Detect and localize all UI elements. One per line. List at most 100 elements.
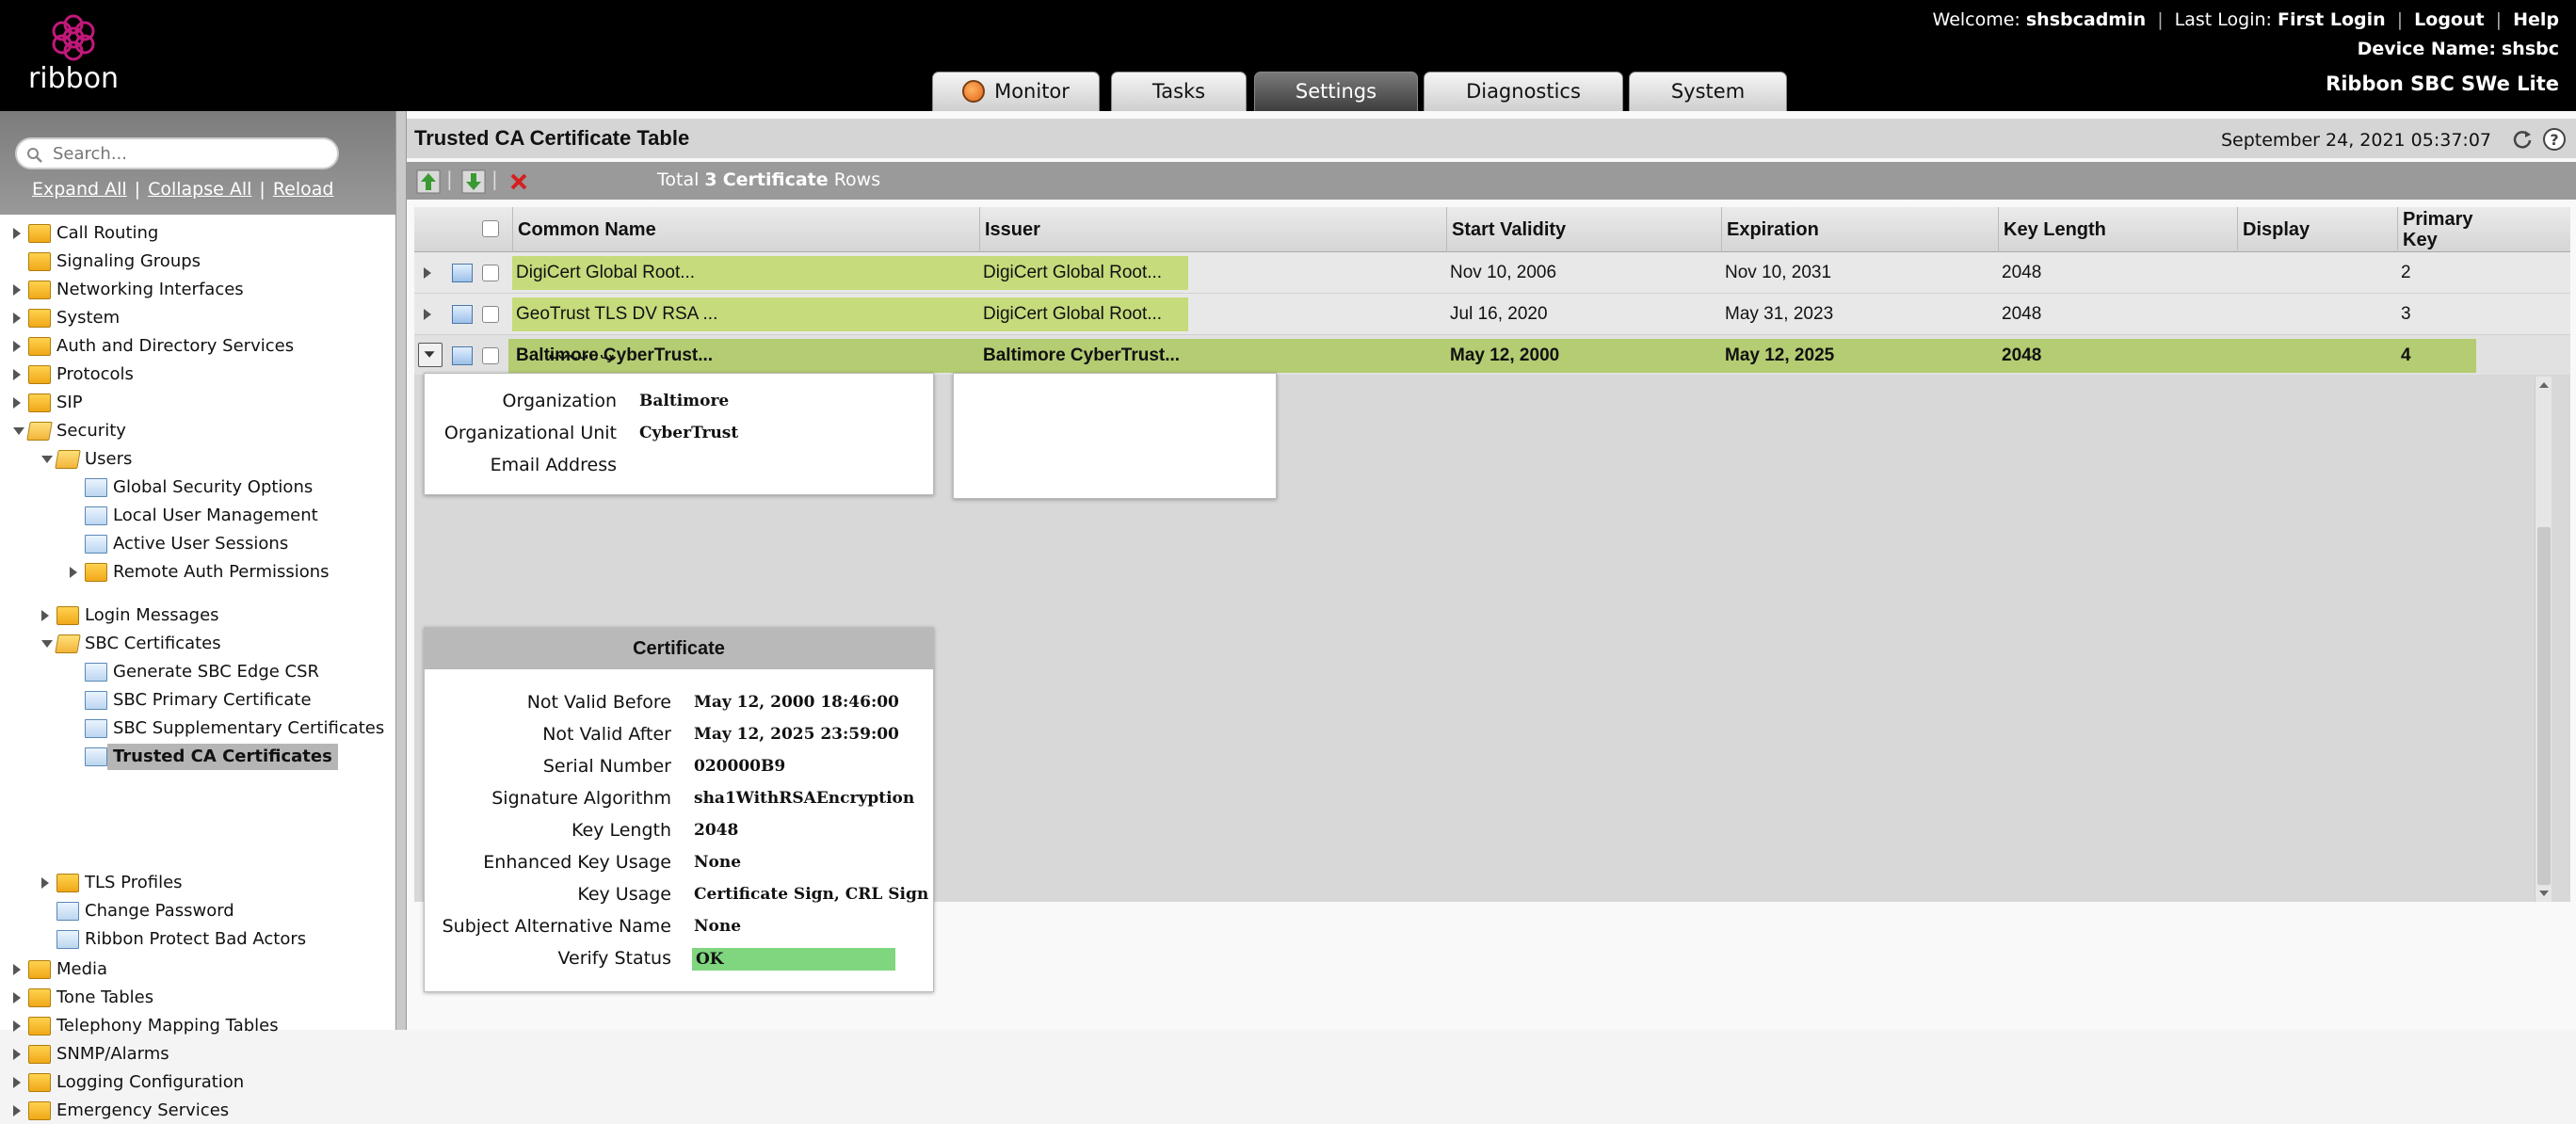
- page-icon: [85, 691, 107, 710]
- select-all-checkbox[interactable]: [482, 220, 499, 237]
- logo-text: ribbon: [27, 62, 120, 95]
- col-expiration[interactable]: Expiration: [1721, 207, 1998, 252]
- expand-row-icon[interactable]: [424, 309, 431, 320]
- scroll-up-icon[interactable]: [2536, 377, 2552, 393]
- field-key-usage: Key Usage: [425, 878, 671, 910]
- cell-primary-key: 2: [2401, 263, 2411, 282]
- subject-panel: Locality Organization Baltimore Organiza…: [424, 355, 934, 495]
- field-label: Subject Alternative Name: [442, 916, 671, 937]
- field-label: Signature Algorithm: [491, 788, 671, 809]
- field-serial-number: Serial Number: [425, 750, 671, 782]
- import-up-icon[interactable]: [416, 169, 441, 194]
- help-link[interactable]: Help: [2513, 9, 2559, 30]
- folder-icon: [28, 224, 51, 243]
- folder-icon: [28, 1045, 51, 1064]
- expand-arrow-icon[interactable]: [13, 1020, 21, 1032]
- issuer-panel: [953, 373, 1277, 499]
- tree-label: Remote Auth Permissions: [113, 562, 330, 582]
- certificate-detail-area: Locality Organization Baltimore Organiza…: [414, 355, 2570, 992]
- expand-arrow-icon[interactable]: [41, 610, 49, 621]
- expand-arrow-icon[interactable]: [13, 228, 21, 239]
- col-key-length[interactable]: Key Length: [1998, 207, 2237, 252]
- device-name-label: Device Name:: [2357, 39, 2496, 59]
- cell-key-length: 2048: [2002, 304, 2042, 324]
- col-start-validity[interactable]: Start Validity: [1446, 207, 1721, 252]
- logout-link[interactable]: Logout: [2414, 9, 2484, 30]
- field-value: None: [694, 917, 742, 936]
- sidebar: Expand All|Collapse All|Reload Call Rout…: [0, 111, 395, 1120]
- collapse-all-link[interactable]: Collapse All: [148, 179, 251, 200]
- expand-arrow-icon[interactable]: [13, 284, 21, 296]
- collapse-arrow-icon[interactable]: [41, 456, 53, 463]
- table-header: Common Name Issuer Start Validity Expira…: [414, 207, 2570, 252]
- expand-arrow-icon[interactable]: [13, 1105, 21, 1116]
- folder-icon: [28, 1073, 51, 1092]
- expand-all-link[interactable]: Expand All: [32, 179, 127, 200]
- table-row-selected[interactable]: Baltimore CyberTrust... Baltimore CyberT…: [414, 335, 2570, 377]
- tab-monitor-label: Monitor: [994, 80, 1070, 103]
- page-icon: [85, 506, 107, 525]
- table-row[interactable]: GeoTrust TLS DV RSA ... DigiCert Global …: [414, 294, 2570, 335]
- ribbon-logo: ribbon: [26, 13, 121, 100]
- field-value: sha1WithRSAEncryption: [694, 789, 915, 808]
- sidebar-splitter[interactable]: [395, 111, 407, 1030]
- refresh-icon[interactable]: [2510, 127, 2535, 152]
- field-key-length: Key Length: [425, 814, 671, 846]
- col-issuer[interactable]: Issuer: [979, 207, 1446, 252]
- tree-label: Signaling Groups: [56, 251, 201, 271]
- expand-arrow-icon[interactable]: [41, 877, 49, 889]
- expand-arrow-icon[interactable]: [13, 1077, 21, 1088]
- col-display[interactable]: Display: [2237, 207, 2397, 252]
- expand-arrow-icon[interactable]: [13, 313, 21, 324]
- collapse-arrow-icon[interactable]: [41, 640, 53, 648]
- detail-scrollbar[interactable]: [2535, 377, 2552, 902]
- collapse-arrow-icon[interactable]: [13, 427, 24, 435]
- tab-diagnostics[interactable]: Diagnostics: [1424, 72, 1623, 111]
- reload-link[interactable]: Reload: [273, 179, 334, 200]
- field-value: Certificate Sign, CRL Sign: [694, 885, 929, 904]
- expand-arrow-icon[interactable]: [13, 369, 21, 380]
- folder-icon: [28, 252, 51, 271]
- first-login-link[interactable]: First Login: [2278, 9, 2386, 30]
- row-count-word: Certificate: [722, 169, 829, 190]
- expand-arrow-icon[interactable]: [13, 964, 21, 975]
- scroll-down-icon[interactable]: [2536, 885, 2552, 902]
- tab-settings[interactable]: Settings: [1254, 72, 1418, 111]
- field-label: Enhanced Key Usage: [483, 852, 671, 873]
- col-primary-key[interactable]: Primary Key: [2397, 207, 2499, 252]
- verify-status-badge: OK: [692, 948, 895, 971]
- page-icon: [56, 902, 79, 921]
- tree-label: Telephony Mapping Tables: [56, 1016, 279, 1036]
- field-label: Organization: [502, 391, 617, 411]
- field-value: None: [694, 853, 742, 872]
- tree-actions: Expand All | Collapse All | Reload: [32, 179, 334, 200]
- expand-arrow-icon[interactable]: [70, 567, 77, 578]
- import-down-icon[interactable]: [461, 169, 486, 194]
- tree-label: Auth and Directory Services: [56, 336, 295, 356]
- col-common-name[interactable]: Common Name: [512, 207, 979, 252]
- scrollbar-thumb[interactable]: [2537, 527, 2551, 885]
- row-checkbox[interactable]: [482, 306, 499, 323]
- expand-arrow-icon[interactable]: [13, 341, 21, 352]
- expand-row-icon[interactable]: [424, 267, 431, 279]
- search-input[interactable]: [15, 137, 339, 169]
- folder-icon: [28, 393, 51, 412]
- expand-arrow-icon[interactable]: [13, 397, 21, 409]
- tab-system[interactable]: System: [1629, 72, 1787, 111]
- help-icon[interactable]: ?: [2542, 127, 2567, 152]
- expand-arrow-icon[interactable]: [13, 1049, 21, 1060]
- folder-icon: [28, 1017, 51, 1036]
- tab-tasks[interactable]: Tasks: [1111, 72, 1247, 111]
- field-label: Key Usage: [577, 884, 671, 905]
- main-content: Trusted CA Certificate Table September 2…: [407, 111, 2576, 1030]
- tab-monitor[interactable]: Monitor: [932, 72, 1100, 111]
- row-checkbox[interactable]: [482, 265, 499, 281]
- cell-issuer: DigiCert Global Root...: [979, 297, 1188, 331]
- table-row[interactable]: DigiCert Global Root... DigiCert Global …: [414, 252, 2570, 294]
- field-value: 020000B9: [694, 757, 786, 776]
- expand-arrow-icon[interactable]: [13, 992, 21, 1004]
- certificate-icon[interactable]: [452, 264, 473, 282]
- certificate-icon[interactable]: [452, 305, 473, 324]
- cell-common-name: GeoTrust TLS DV RSA ...: [512, 297, 979, 331]
- delete-icon[interactable]: [507, 169, 531, 194]
